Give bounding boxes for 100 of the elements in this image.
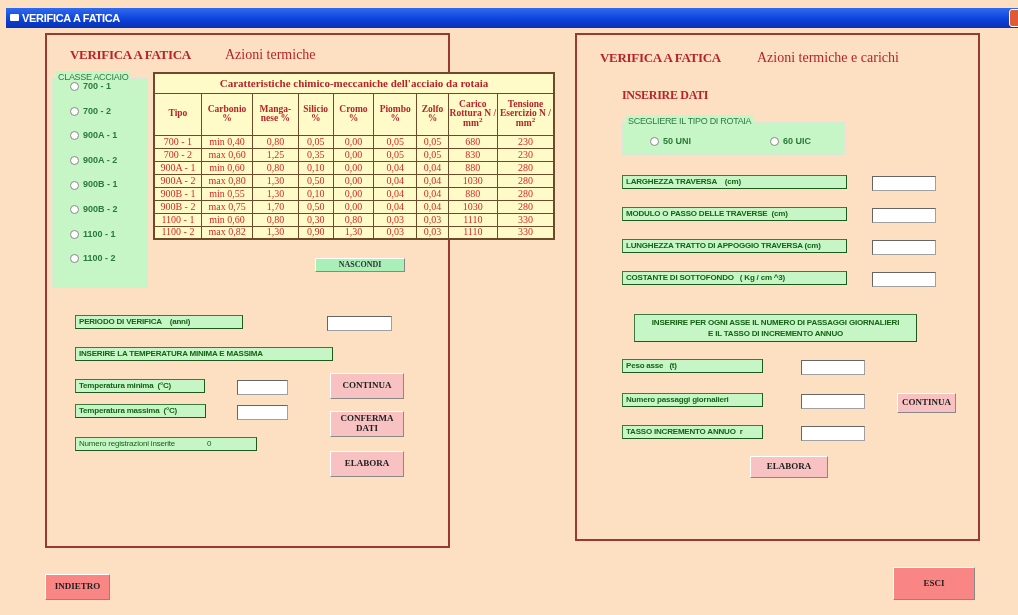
hide-button[interactable]: NASCONDI (315, 258, 405, 272)
column-header: Manga- nese % (252, 93, 299, 135)
table-cell: min 0,60 (201, 213, 253, 226)
table-cell: 1,25 (252, 148, 299, 161)
table-cell: max 0,60 (201, 148, 253, 161)
option-label[interactable]: 1100 - 1 (83, 227, 116, 242)
table-cell: 280 (497, 200, 554, 213)
panel-subtitle: Azioni termiche (225, 46, 316, 64)
table-cell: 0,30 (298, 213, 334, 226)
option-label[interactable]: 900B - 2 (83, 203, 118, 217)
table-cell: 700 - 1 (154, 135, 202, 148)
table-cell: 1100 - 1 (154, 213, 202, 226)
table-cell: 900B - 2 (154, 200, 202, 213)
confirm-button[interactable]: CONFERMA DATI (330, 411, 404, 437)
table-cell: 0,35 (298, 148, 334, 161)
option-label[interactable]: 1100 - 2 (83, 252, 116, 266)
continue-button[interactable]: CONTINUA (330, 373, 404, 399)
table-cell: 0,03 (373, 213, 417, 226)
radio-button[interactable] (770, 137, 779, 147)
table-cell: 330 (497, 213, 554, 226)
table-cell: 880 (448, 161, 498, 174)
field-label: LUNGHEZZA TRATTO DI APPOGGIO TRAVERSA (cm) (622, 239, 847, 253)
input-field[interactable] (237, 405, 288, 420)
field-label: PERIODO DI VERIFICA (anni) (75, 315, 243, 329)
section-heading: INSERIRE DATI (622, 87, 709, 104)
table-cell: 0,05 (416, 148, 449, 161)
table-cell: 0,80 (252, 213, 299, 226)
column-header: Silicio % (298, 93, 334, 135)
input-field[interactable] (872, 272, 936, 287)
input-field[interactable] (327, 316, 392, 331)
table-cell: min 0,40 (201, 135, 253, 148)
table-cell: 1,70 (252, 200, 299, 213)
radio-button[interactable] (70, 106, 79, 116)
table-cell: 0,80 (333, 213, 374, 226)
panel-title: VERIFICA A FATICA (600, 49, 721, 67)
option-label[interactable]: 900A - 2 (83, 153, 118, 168)
note-label: INSERIRE PER OGNI ASSE IL NUMERO DI PASSAGGI GIORNALIERI E IL TASSO DI INCREMENTO ANNUO (634, 314, 917, 342)
back-button[interactable]: INDIETRO (45, 574, 110, 600)
option-label[interactable]: 60 UIC (783, 135, 811, 149)
radio-button[interactable] (70, 205, 79, 215)
table-cell: 230 (497, 148, 554, 161)
table-cell: 0,00 (333, 200, 374, 213)
table-cell: 0,04 (373, 161, 417, 174)
table-cell: 0,04 (373, 174, 417, 187)
input-field[interactable] (801, 394, 865, 409)
table-cell: max 0,75 (201, 200, 253, 213)
table-cell: 830 (448, 148, 498, 161)
table-cell: 0,04 (416, 174, 449, 187)
input-field[interactable] (872, 240, 936, 255)
table-cell: 700 - 2 (154, 148, 202, 161)
column-header: Tipo (154, 93, 202, 135)
table-cell: 0,04 (373, 200, 417, 213)
column-header: Piombo % (373, 93, 417, 135)
table-cell: 280 (497, 187, 554, 200)
field-label: COSTANTE DI SOTTOFONDO ( Kg / cm ^3) (622, 271, 847, 285)
continue-button[interactable]: CONTINUA (897, 393, 956, 413)
column-header: Zolfo % (416, 93, 449, 135)
input-field[interactable] (801, 426, 865, 441)
table-cell: 280 (497, 161, 554, 174)
field-label: MODULO O PASSO DELLE TRAVERSE (cm) (622, 207, 847, 221)
option-label[interactable]: 900B - 1 (83, 178, 118, 192)
radio-button[interactable] (70, 254, 79, 264)
table-cell: 0,04 (416, 161, 449, 174)
input-field[interactable] (237, 380, 288, 395)
column-header: Cromo % (333, 93, 374, 135)
counter-text: Numero registrazioni inserite (79, 439, 176, 448)
table-cell: 0,05 (373, 135, 417, 148)
radio-button[interactable] (70, 131, 79, 141)
table-cell: 0,80 (252, 161, 299, 174)
table-cell: 0,00 (333, 148, 374, 161)
radio-button[interactable] (650, 137, 659, 147)
table-cell: 0,04 (373, 187, 417, 200)
radio-button[interactable] (70, 180, 79, 190)
table-cell: 0,10 (298, 187, 334, 200)
table-cell: 900A - 1 (154, 161, 202, 174)
table-cell: 0,80 (252, 135, 299, 148)
process-button[interactable]: ELABORA (330, 451, 404, 477)
table-cell: 0,00 (333, 135, 374, 148)
table-cell: 900A - 2 (154, 174, 202, 187)
table-cell: 230 (497, 135, 554, 148)
table-cell: 0,00 (333, 187, 374, 200)
table-cell: 1030 (448, 200, 498, 213)
table-cell: min 0,60 (201, 161, 253, 174)
input-field[interactable] (872, 208, 936, 223)
field-label: Numero passaggi giornalieri (622, 393, 763, 407)
exit-button[interactable]: ESCI (893, 567, 975, 600)
radio-button[interactable] (70, 229, 79, 239)
input-field[interactable] (872, 176, 936, 191)
option-label[interactable]: 50 UNI (663, 135, 691, 149)
radio-button[interactable] (70, 156, 79, 166)
process-button[interactable]: ELABORA (750, 456, 828, 478)
option-label[interactable]: 700 - 2 (83, 104, 112, 119)
table-cell: 880 (448, 187, 498, 200)
table-cell: 0,05 (373, 148, 417, 161)
table-cell: 0,50 (298, 174, 334, 187)
option-label[interactable]: 900A - 1 (83, 129, 118, 143)
input-field[interactable] (801, 360, 865, 375)
table-cell: 680 (448, 135, 498, 148)
table-cell: 0,10 (298, 161, 334, 174)
radio-button[interactable] (70, 82, 79, 92)
